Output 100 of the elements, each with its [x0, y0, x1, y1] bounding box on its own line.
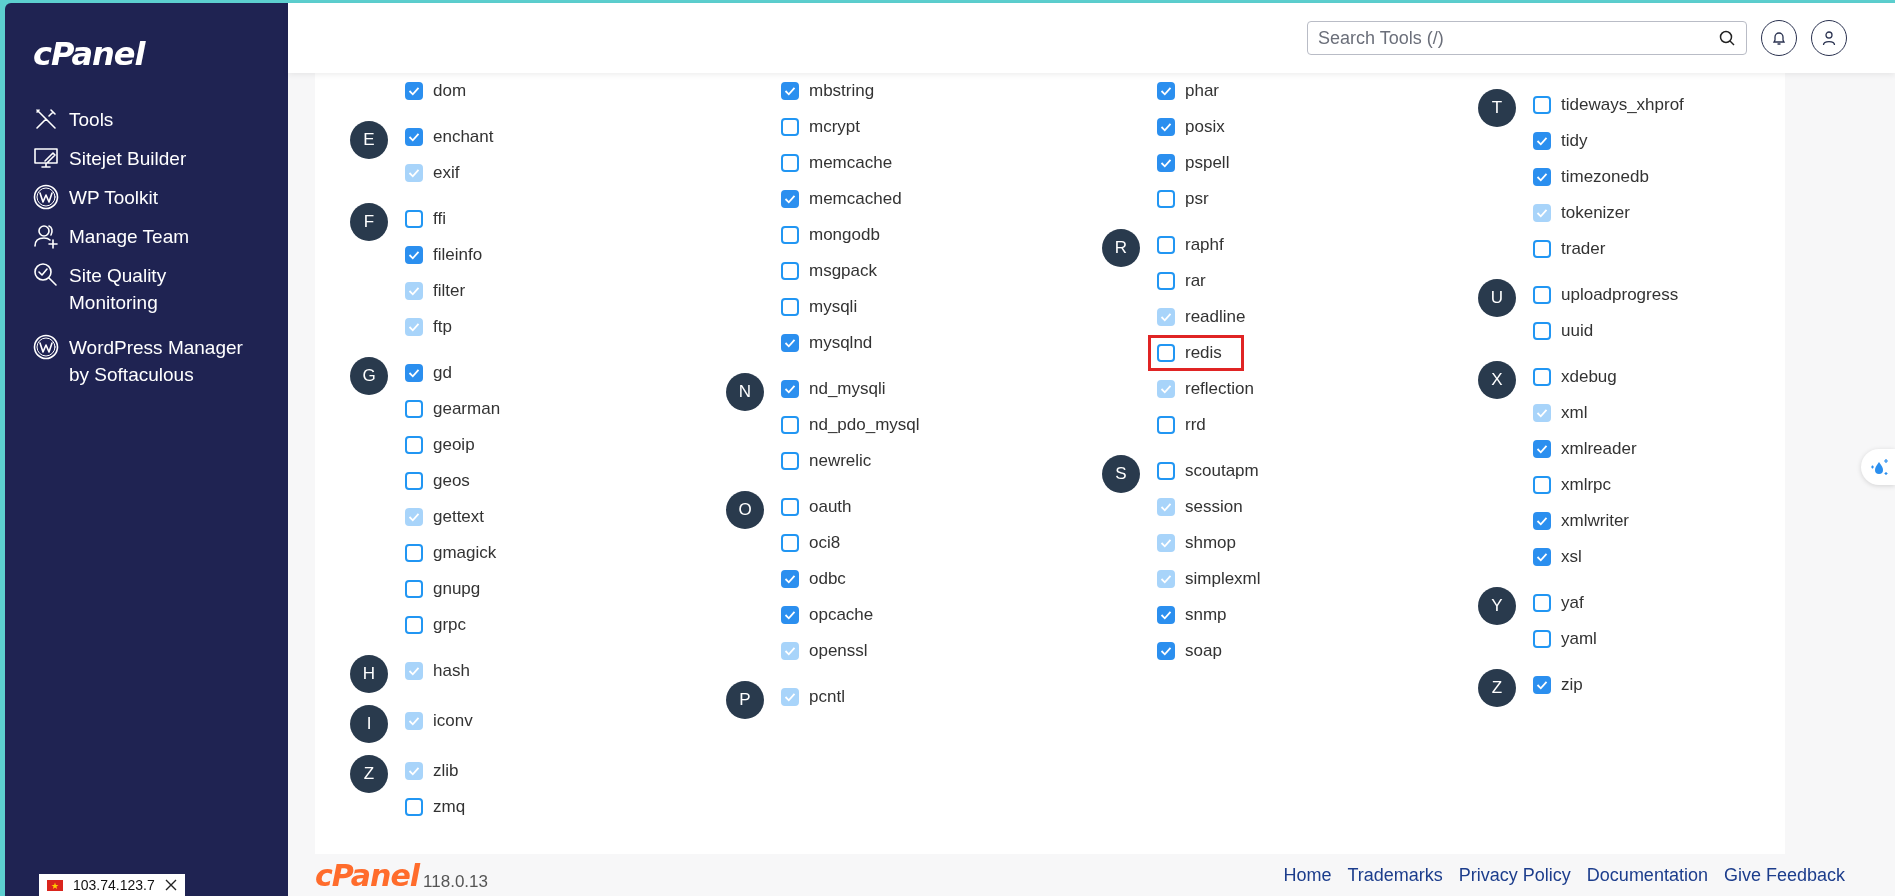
extension-label[interactable]: mysqlnd — [809, 333, 873, 353]
checkbox[interactable] — [405, 246, 423, 264]
checkbox[interactable] — [405, 616, 423, 634]
checkbox[interactable] — [781, 154, 799, 172]
checkbox[interactable] — [1157, 118, 1175, 136]
notifications-button[interactable] — [1761, 20, 1797, 56]
extension-label[interactable]: phar — [1185, 81, 1220, 101]
extension-label[interactable]: memcache — [809, 153, 893, 173]
checkbox[interactable] — [405, 210, 423, 228]
extension-label[interactable]: soap — [1185, 641, 1222, 661]
extension-label[interactable]: rrd — [1185, 415, 1206, 435]
checkbox[interactable] — [781, 190, 799, 208]
search-field[interactable]: Search Tools (/) — [1307, 21, 1747, 55]
checkbox[interactable] — [405, 364, 423, 382]
footer-link[interactable]: Home — [1283, 864, 1332, 886]
extension-label[interactable]: dom — [433, 81, 467, 101]
checkbox[interactable] — [1533, 630, 1551, 648]
nav-item[interactable]: Tools — [33, 106, 114, 134]
extension-label[interactable]: xmlrpc — [1561, 475, 1612, 495]
extension-label[interactable]: psr — [1185, 189, 1209, 209]
extension-label[interactable]: rar — [1185, 271, 1206, 291]
checkbox[interactable] — [781, 82, 799, 100]
checkbox[interactable] — [1533, 676, 1551, 694]
checkbox[interactable] — [1157, 154, 1175, 172]
nav-item[interactable]: Sitejet Builder — [33, 145, 187, 173]
checkbox[interactable] — [405, 798, 423, 816]
checkbox[interactable] — [1533, 548, 1551, 566]
checkbox[interactable] — [1533, 240, 1551, 258]
nav-item[interactable]: Manage Team — [33, 223, 190, 251]
checkbox[interactable] — [405, 128, 423, 146]
checkbox[interactable] — [781, 606, 799, 624]
checkbox[interactable] — [781, 452, 799, 470]
search-icon[interactable] — [1719, 30, 1735, 46]
extension-label[interactable]: raphf — [1185, 235, 1224, 255]
extension-label[interactable]: oauth — [809, 497, 852, 517]
extension-label[interactable]: tideways_xhprof — [1561, 95, 1684, 115]
extension-label[interactable]: zmq — [433, 797, 466, 817]
footer-link[interactable]: Give Feedback — [1723, 864, 1845, 886]
checkbox[interactable] — [1533, 476, 1551, 494]
checkbox[interactable] — [1533, 168, 1551, 186]
nav-item[interactable]: Site Quality Monitoring — [33, 262, 244, 317]
footer-link[interactable]: Documentation — [1586, 864, 1708, 886]
extension-label[interactable]: fileinfo — [433, 245, 483, 265]
extension-label[interactable]: nd_mysqli — [809, 379, 886, 399]
checkbox[interactable] — [1157, 642, 1175, 660]
extension-label[interactable]: tidy — [1561, 131, 1588, 151]
checkbox[interactable] — [1533, 594, 1551, 612]
extension-label[interactable]: gd — [433, 363, 452, 383]
checkbox[interactable] — [405, 544, 423, 562]
extension-label[interactable]: xdebug — [1561, 367, 1617, 387]
checkbox[interactable] — [1157, 416, 1175, 434]
extension-label[interactable]: xmlreader — [1561, 439, 1637, 459]
checkbox[interactable] — [1157, 606, 1175, 624]
extension-label[interactable]: mcrypt — [809, 117, 860, 137]
extension-label[interactable]: xsl — [1561, 547, 1582, 567]
extension-label[interactable]: gearman — [433, 399, 501, 419]
checkbox[interactable] — [781, 534, 799, 552]
checkbox[interactable] — [1157, 82, 1175, 100]
extension-label[interactable]: yaml — [1561, 629, 1597, 649]
checkbox[interactable] — [1157, 344, 1175, 362]
checkbox[interactable] — [1533, 96, 1551, 114]
footer-link[interactable]: Trademarks — [1347, 864, 1443, 886]
extension-label[interactable]: uploadprogress — [1561, 285, 1679, 305]
checkbox[interactable] — [1533, 440, 1551, 458]
extension-label[interactable]: timezonedb — [1561, 167, 1649, 187]
checkbox[interactable] — [405, 400, 423, 418]
checkbox[interactable] — [1533, 368, 1551, 386]
extension-label[interactable]: gmagick — [433, 543, 497, 563]
extension-label[interactable]: geoip — [433, 435, 475, 455]
floating-tab-button[interactable] — [1861, 449, 1895, 485]
checkbox[interactable] — [781, 298, 799, 316]
checkbox[interactable] — [781, 118, 799, 136]
checkbox[interactable] — [781, 334, 799, 352]
user-button[interactable] — [1811, 20, 1847, 56]
checkbox[interactable] — [781, 262, 799, 280]
checkbox[interactable] — [405, 436, 423, 454]
checkbox[interactable] — [1533, 322, 1551, 340]
checkbox[interactable] — [405, 82, 423, 100]
extension-label[interactable]: memcached — [809, 189, 902, 209]
extension-label[interactable]: mysqli — [809, 297, 858, 317]
extension-label[interactable]: posix — [1185, 117, 1225, 137]
extension-label[interactable]: pspell — [1185, 153, 1230, 173]
extension-label[interactable]: xmlwriter — [1561, 511, 1629, 531]
checkbox[interactable] — [1157, 190, 1175, 208]
checkbox[interactable] — [781, 498, 799, 516]
extension-label[interactable]: opcache — [809, 605, 874, 625]
close-icon[interactable] — [164, 879, 177, 891]
checkbox[interactable] — [781, 570, 799, 588]
extension-label[interactable]: trader — [1561, 239, 1606, 259]
extension-label[interactable]: enchant — [433, 127, 494, 147]
extension-label[interactable]: snmp — [1185, 605, 1227, 625]
checkbox[interactable] — [405, 472, 423, 490]
extension-label[interactable]: oci8 — [809, 533, 841, 553]
extension-label[interactable]: grpc — [433, 615, 467, 635]
checkbox[interactable] — [405, 580, 423, 598]
extension-label[interactable]: ffi — [433, 209, 446, 229]
extension-label[interactable]: mongodb — [809, 225, 880, 245]
extension-label[interactable]: gnupg — [433, 579, 481, 599]
checkbox[interactable] — [781, 380, 799, 398]
extension-label[interactable]: redis — [1185, 343, 1222, 363]
